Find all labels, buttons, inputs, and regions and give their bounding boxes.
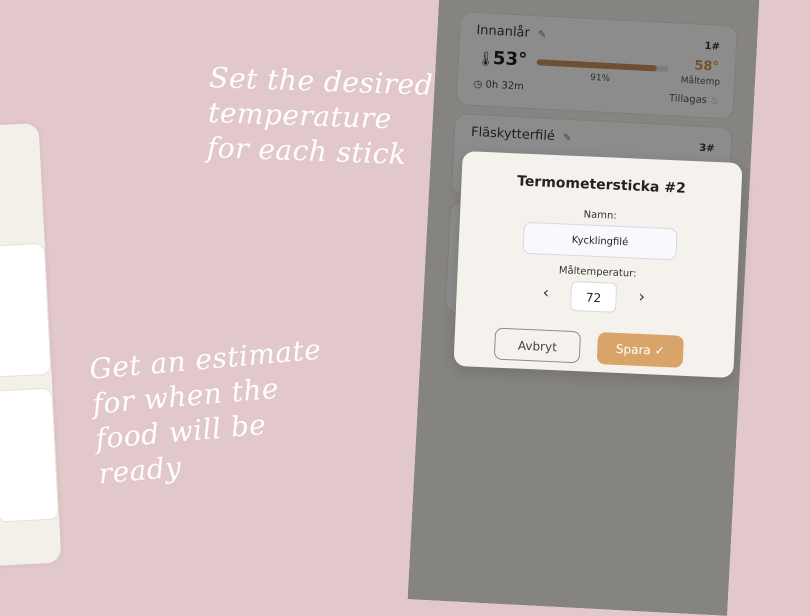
left-phone-frame — [0, 122, 62, 568]
save-button-label: Spara — [615, 341, 652, 358]
left-card-1 — [0, 242, 52, 378]
increase-temperature-button[interactable]: › — [638, 287, 645, 306]
name-field-label: Namn: — [583, 209, 617, 222]
left-card-2 — [0, 387, 60, 523]
dialog-title: Termometersticka #2 — [516, 173, 687, 197]
checkmark-icon: ✓ — [654, 343, 665, 358]
caption-top: Set the desired temperature for each sti… — [206, 60, 433, 173]
target-temperature-input[interactable]: 72 — [569, 280, 618, 313]
target-temperature-field-label: Måltemperatur: — [558, 265, 637, 280]
edit-thermometer-dialog: Termometersticka #2 Namn: Kycklingfilé M… — [453, 150, 743, 379]
cancel-button[interactable]: Avbryt — [493, 327, 582, 364]
decrease-temperature-button[interactable]: ‹ — [542, 283, 549, 302]
name-input[interactable]: Kycklingfilé — [522, 221, 678, 261]
caption-top-line: for each stick — [206, 130, 408, 171]
caption-bottom: Get an estimate for when the food will b… — [88, 332, 332, 492]
save-button[interactable]: Spara ✓ — [596, 332, 684, 368]
